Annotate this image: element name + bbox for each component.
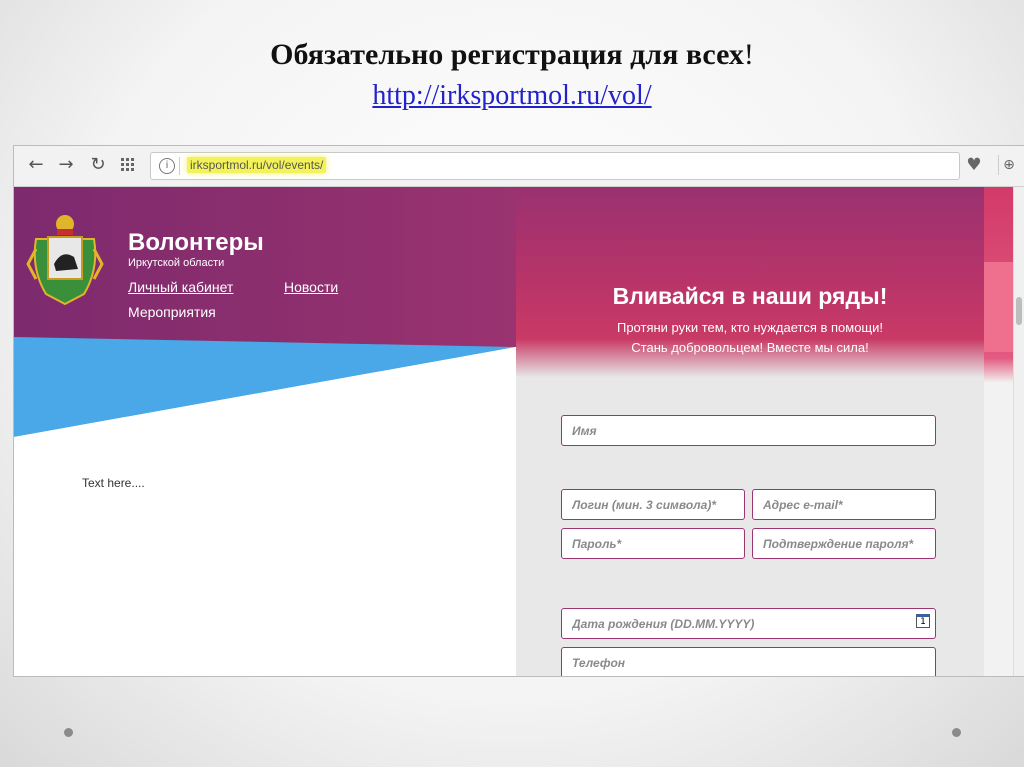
form-heading: Вливайся в наши ряды! xyxy=(612,283,888,309)
browser-screenshot: ← → ↻ i irksportmol.ru/vol/events/ ♥ ⊕ В… xyxy=(13,145,1024,677)
coat-of-arms-icon xyxy=(26,215,104,306)
registration-link[interactable]: http://irksportmol.ru/vol/ xyxy=(372,80,651,111)
email-input[interactable] xyxy=(752,489,936,520)
nav-link-account[interactable]: Личный кабинет xyxy=(128,279,233,295)
download-icon[interactable]: ⊕ xyxy=(998,155,1019,175)
browser-toolbar: ← → ↻ i irksportmol.ru/vol/events/ ♥ ⊕ xyxy=(14,146,1024,187)
back-icon[interactable]: ← xyxy=(26,155,46,175)
slide-title-exclamation: ! xyxy=(743,38,754,71)
slide-title-bold: Обязательно регистрация для всех xyxy=(270,38,744,71)
address-bar[interactable]: i irksportmol.ru/vol/events/ xyxy=(150,152,960,180)
nav-link-news[interactable]: Новости xyxy=(284,279,338,295)
address-url[interactable]: irksportmol.ru/vol/events/ xyxy=(187,157,327,173)
slide-title: Обязательно регистрация для всех! xyxy=(0,38,1024,72)
phone-input[interactable] xyxy=(561,647,936,676)
address-bar-divider xyxy=(179,157,180,175)
heart-icon[interactable]: ♥ xyxy=(964,155,984,175)
reload-icon[interactable]: ↻ xyxy=(88,155,108,175)
web-page: Волонтеры Иркутской области Личный кабин… xyxy=(14,187,1024,676)
password-confirm-input[interactable] xyxy=(752,528,936,559)
nav-link-events[interactable]: Мероприятия xyxy=(128,304,216,320)
calendar-icon[interactable]: 1 xyxy=(916,614,930,628)
password-input[interactable] xyxy=(561,528,745,559)
birthdate-input[interactable] xyxy=(561,608,936,639)
scroll-thumb[interactable] xyxy=(1016,297,1022,325)
site-title: Волонтеры xyxy=(128,229,264,256)
site-subtitle: Иркутской области xyxy=(128,257,225,269)
slide-link-line: http://irksportmol.ru/vol/ xyxy=(0,80,1024,112)
scrollbar[interactable] xyxy=(1013,187,1024,676)
form-subline-1: Протяни руки тем, кто нуждается в помощи… xyxy=(616,320,883,335)
body-text: Text here.... xyxy=(82,476,145,490)
slide-bullet-right xyxy=(952,728,961,737)
name-input[interactable] xyxy=(561,415,936,446)
slide-bullet-left xyxy=(64,728,73,737)
login-input[interactable] xyxy=(561,489,745,520)
forward-icon[interactable]: → xyxy=(56,155,76,175)
apps-grid-icon[interactable] xyxy=(118,155,138,175)
form-subline-2: Стань добровольцем! Вместе мы сила! xyxy=(631,340,869,355)
blue-wedge-shape xyxy=(14,337,516,441)
info-icon[interactable]: i xyxy=(159,158,175,174)
